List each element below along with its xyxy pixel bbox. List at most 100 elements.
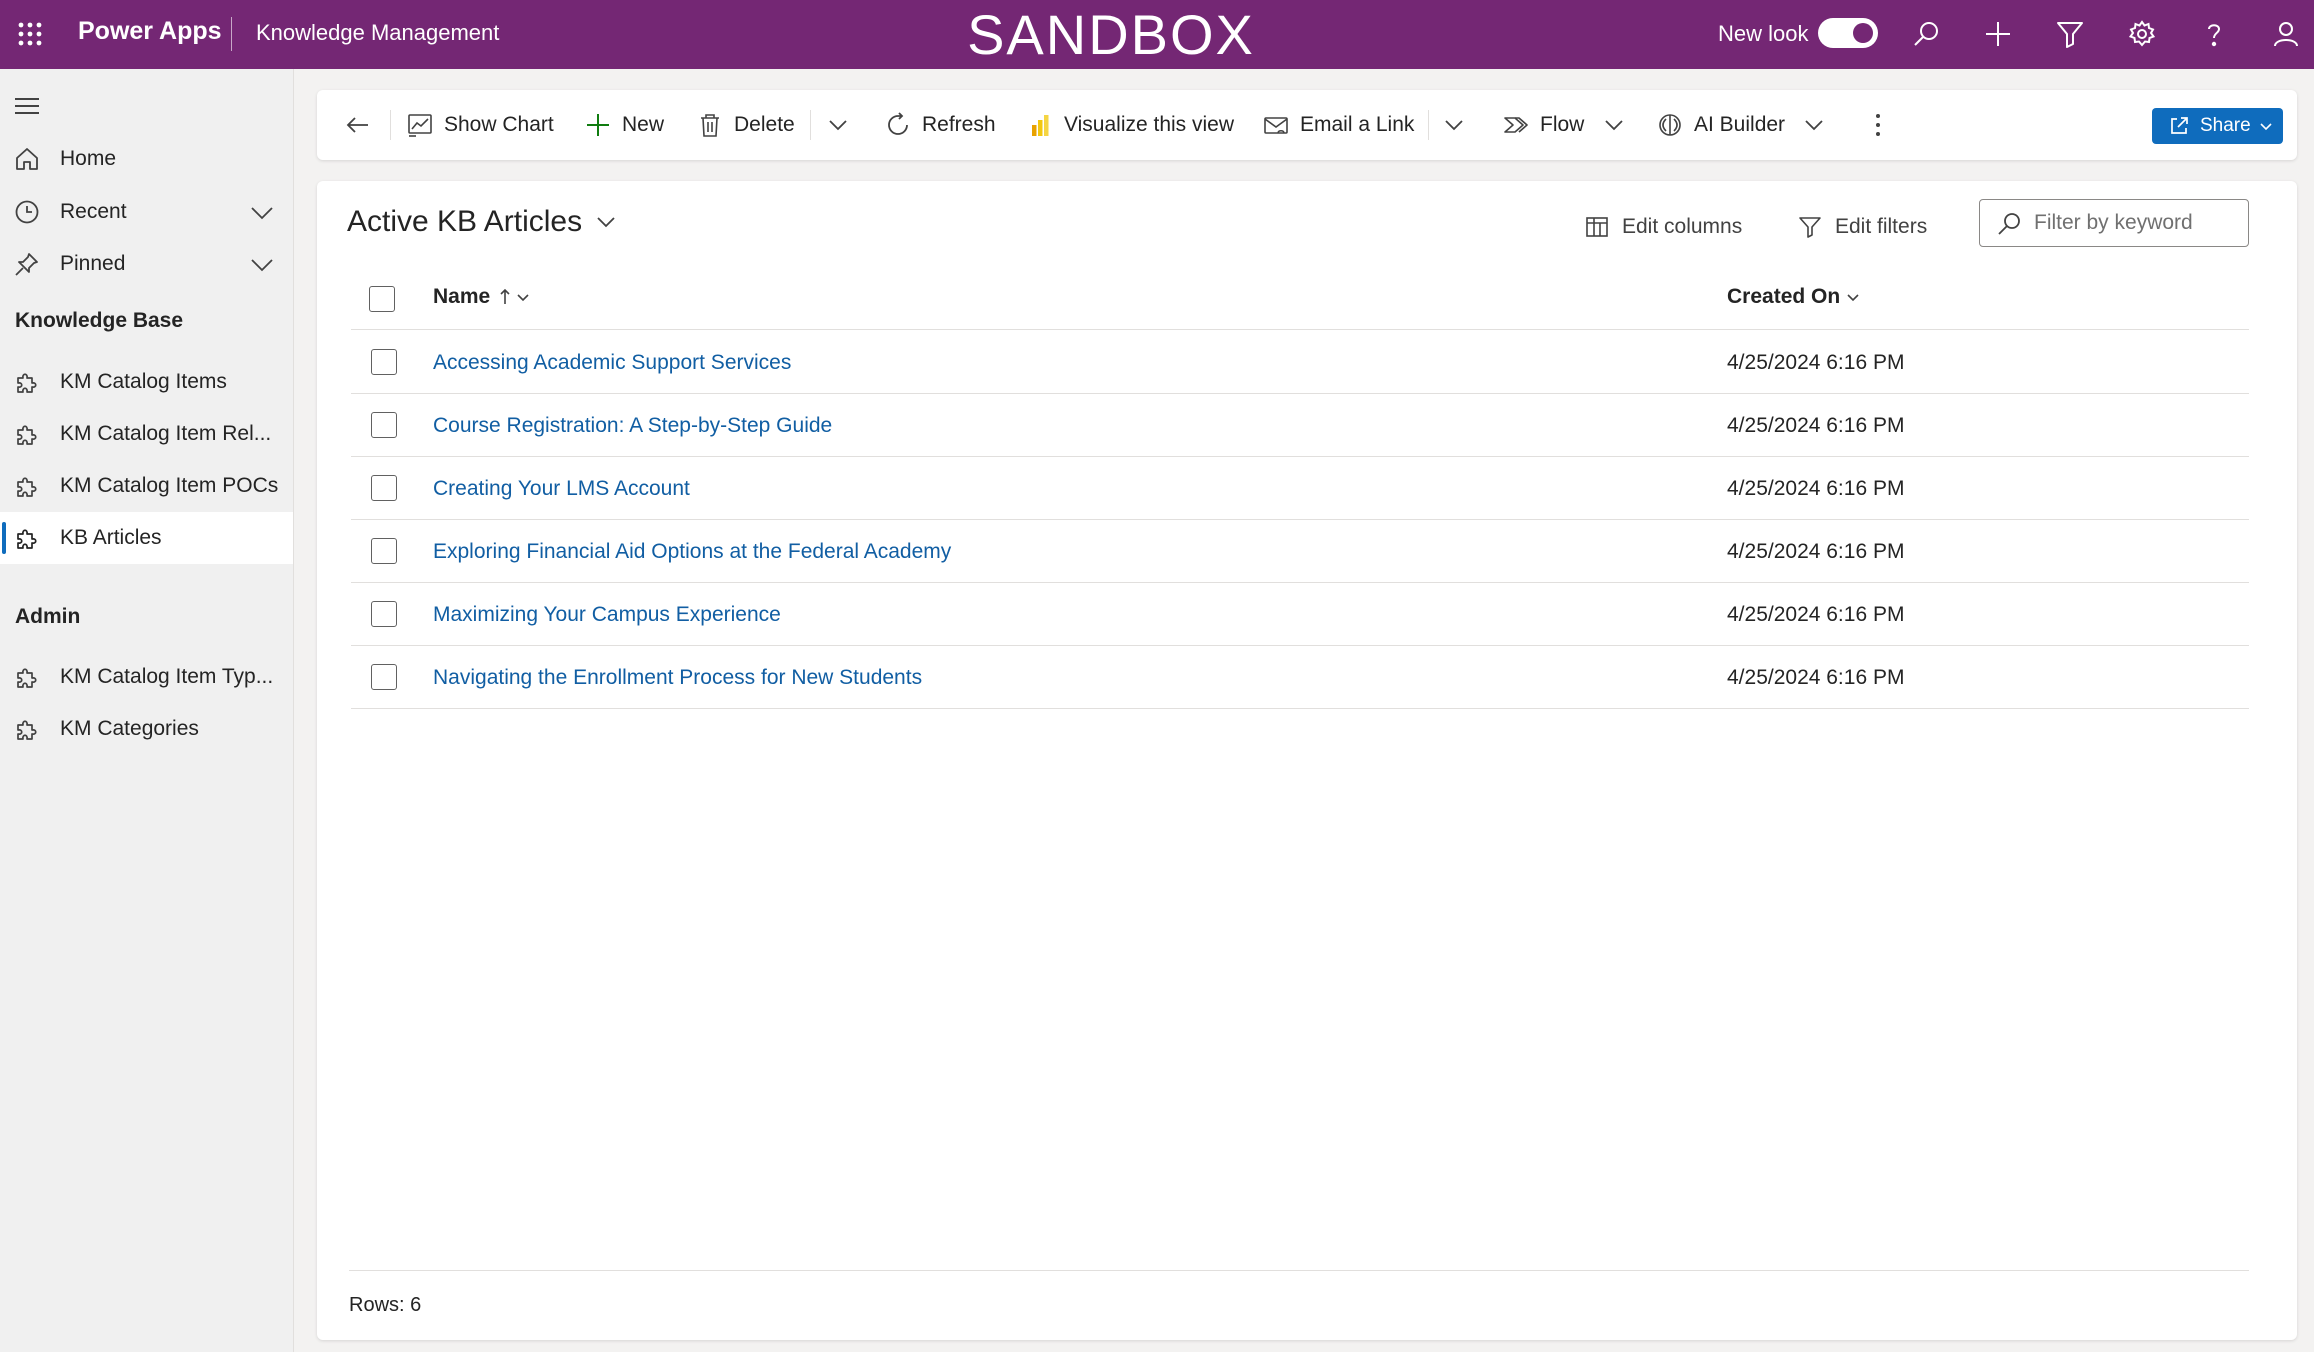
article-link[interactable]: Course Registration: A Step-by-Step Guid… bbox=[433, 414, 832, 438]
delete-label: Delete bbox=[734, 113, 795, 136]
view-selector[interactable]: Active KB Articles bbox=[347, 205, 618, 239]
section-knowledge-base: Knowledge Base bbox=[15, 309, 184, 332]
sidebar-item-label: KM Catalog Item Typ... bbox=[60, 665, 274, 688]
sidebar-item-label: Recent bbox=[60, 200, 127, 223]
new-look-toggle[interactable] bbox=[1818, 18, 1878, 48]
new-look-label: New look bbox=[1718, 21, 1809, 46]
new-label: New bbox=[622, 113, 665, 136]
search-input[interactable] bbox=[2034, 206, 2239, 240]
ai-builder-label: AI Builder bbox=[1694, 113, 1786, 136]
sidebar-item-label: KM Catalog Item POCs bbox=[60, 474, 279, 497]
grid-header: Name Created On bbox=[351, 268, 2249, 330]
sidebar-item-label: Home bbox=[60, 147, 117, 170]
new-button[interactable]: New bbox=[584, 104, 664, 146]
row-checkbox[interactable] bbox=[371, 538, 397, 564]
more-commands-icon[interactable] bbox=[1864, 104, 1892, 146]
created-on-value: 4/25/2024 6:16 PM bbox=[1727, 603, 1905, 626]
row-count: Rows: 6 bbox=[349, 1294, 422, 1316]
more-actions-dropdown[interactable] bbox=[824, 104, 852, 146]
column-header-name[interactable]: Name bbox=[433, 285, 530, 309]
row-checkbox[interactable] bbox=[371, 601, 397, 627]
sidebar: Home Recent Pinned Knowledge Base KM Cat… bbox=[0, 69, 294, 1352]
flow-dropdown[interactable] bbox=[1600, 104, 1628, 146]
article-link[interactable]: Creating Your LMS Account bbox=[433, 477, 690, 501]
table-row[interactable]: Exploring Financial Aid Options at the F… bbox=[351, 520, 2249, 583]
sidebar-item-km-categories[interactable]: KM Categories bbox=[0, 703, 293, 755]
show-chart-button[interactable]: Show Chart bbox=[406, 104, 554, 146]
plus-icon[interactable] bbox=[1980, 16, 2016, 52]
edit-filters-button[interactable]: Edit filters bbox=[1797, 210, 1927, 244]
row-checkbox[interactable] bbox=[371, 664, 397, 690]
edit-filters-label: Edit filters bbox=[1835, 215, 1928, 238]
sidebar-item-label: KM Catalog Items bbox=[60, 370, 227, 393]
column-header-created-on[interactable]: Created On bbox=[1727, 285, 1860, 309]
column-name-label: Name bbox=[433, 285, 491, 308]
back-button[interactable] bbox=[344, 104, 372, 146]
row-checkbox[interactable] bbox=[371, 349, 397, 375]
row-checkbox[interactable] bbox=[371, 475, 397, 501]
show-chart-label: Show Chart bbox=[444, 113, 554, 136]
sidebar-item-home[interactable]: Home bbox=[0, 133, 293, 185]
article-link[interactable]: Exploring Financial Aid Options at the F… bbox=[433, 540, 951, 564]
pin-icon bbox=[14, 251, 40, 277]
table-row[interactable]: Maximizing Your Campus Experience 4/25/2… bbox=[351, 583, 2249, 646]
keyword-filter-box[interactable] bbox=[1979, 199, 2249, 247]
sidebar-item-km-catalog-item-rel[interactable]: KM Catalog Item Rel... bbox=[0, 408, 293, 460]
user-icon[interactable] bbox=[2268, 16, 2304, 52]
article-link[interactable]: Navigating the Enrollment Process for Ne… bbox=[433, 666, 922, 690]
created-on-value: 4/25/2024 6:16 PM bbox=[1727, 540, 1905, 563]
select-all-checkbox[interactable] bbox=[369, 286, 395, 312]
app-header: Power Apps Knowledge Management SANDBOX … bbox=[0, 0, 2314, 69]
visualize-view-button[interactable]: Visualize this view bbox=[1026, 104, 1234, 146]
edit-columns-label: Edit columns bbox=[1622, 215, 1743, 238]
edit-columns-button[interactable]: Edit columns bbox=[1584, 210, 1742, 244]
sort-ascending-icon bbox=[500, 288, 510, 304]
toolbar-divider bbox=[1428, 110, 1429, 140]
puzzle-icon bbox=[14, 716, 40, 742]
column-created-on-label: Created On bbox=[1727, 285, 1841, 308]
table-row[interactable]: Navigating the Enrollment Process for Ne… bbox=[351, 646, 2249, 709]
email-link-button[interactable]: Email a Link bbox=[1262, 104, 1414, 146]
flow-label: Flow bbox=[1540, 113, 1585, 136]
clock-icon bbox=[14, 199, 40, 225]
table-row[interactable]: Creating Your LMS Account 4/25/2024 6:16… bbox=[351, 457, 2249, 520]
ai-builder-dropdown[interactable] bbox=[1800, 104, 1828, 146]
help-icon[interactable] bbox=[2196, 16, 2232, 52]
row-checkbox[interactable] bbox=[371, 412, 397, 438]
toggle-knob bbox=[1853, 23, 1873, 43]
article-link[interactable]: Accessing Academic Support Services bbox=[433, 351, 791, 375]
ai-builder-button[interactable]: AI Builder bbox=[1656, 104, 1785, 146]
puzzle-icon bbox=[14, 421, 40, 447]
delete-button[interactable]: Delete bbox=[696, 104, 795, 146]
sidebar-item-label: KM Categories bbox=[60, 717, 199, 740]
sidebar-item-label: KM Catalog Item Rel... bbox=[60, 422, 272, 445]
refresh-label: Refresh bbox=[922, 113, 996, 136]
sidebar-item-km-catalog-items[interactable]: KM Catalog Items bbox=[0, 356, 293, 408]
flow-button[interactable]: Flow bbox=[1502, 104, 1584, 146]
sidebar-item-recent[interactable]: Recent bbox=[0, 186, 293, 238]
email-options-dropdown[interactable] bbox=[1440, 104, 1468, 146]
sidebar-item-pinned[interactable]: Pinned bbox=[0, 238, 293, 290]
sidebar-item-km-catalog-item-pocs[interactable]: KM Catalog Item POCs bbox=[0, 460, 293, 512]
settings-icon[interactable] bbox=[2124, 16, 2160, 52]
page-title: Active KB Articles bbox=[347, 205, 583, 238]
table-row[interactable]: Course Registration: A Step-by-Step Guid… bbox=[351, 394, 2249, 457]
hamburger-icon[interactable] bbox=[14, 93, 40, 119]
created-on-value: 4/25/2024 6:16 PM bbox=[1727, 414, 1905, 437]
sidebar-item-km-catalog-item-types[interactable]: KM Catalog Item Typ... bbox=[0, 651, 293, 703]
filter-icon[interactable] bbox=[2052, 16, 2088, 52]
sandbox-banner: SANDBOX bbox=[967, 3, 1255, 66]
puzzle-icon bbox=[14, 369, 40, 395]
table-row[interactable]: Accessing Academic Support Services 4/25… bbox=[351, 331, 2249, 394]
chevron-down-icon[interactable] bbox=[249, 252, 275, 278]
toolbar-divider bbox=[390, 110, 391, 140]
search-icon bbox=[1998, 213, 2020, 235]
filter-icon bbox=[1799, 217, 1821, 238]
search-icon[interactable] bbox=[1908, 16, 1944, 52]
chevron-down-icon[interactable] bbox=[249, 200, 275, 226]
share-label: Share bbox=[2200, 115, 2251, 136]
article-link[interactable]: Maximizing Your Campus Experience bbox=[433, 603, 781, 627]
sidebar-item-kb-articles[interactable]: KB Articles bbox=[0, 512, 293, 564]
share-button[interactable]: Share bbox=[2152, 108, 2283, 144]
refresh-button[interactable]: Refresh bbox=[884, 104, 996, 146]
